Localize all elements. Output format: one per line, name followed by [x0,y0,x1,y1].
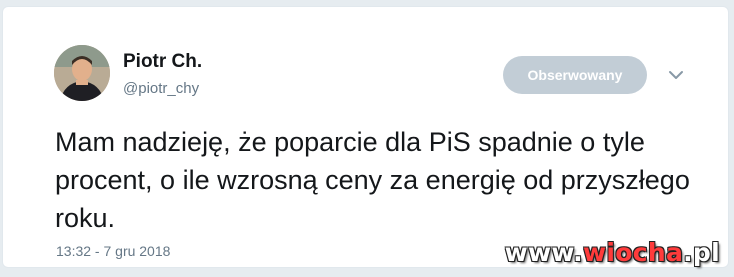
watermark-logo: www.wiocha.pl [505,238,720,267]
divider [54,269,688,270]
avatar-image [54,45,110,101]
avatar[interactable] [54,45,110,101]
watermark-brand: wiocha [582,238,684,267]
following-button[interactable]: Obserwowany [503,56,647,94]
author-handle[interactable]: @piotr_chy [123,80,199,97]
chevron-down-icon[interactable] [667,69,685,81]
tweet-timestamp[interactable]: 13:32 - 7 gru 2018 [56,243,170,259]
watermark-prefix: www. [504,238,583,267]
tweet-card: Piotr Ch. @piotr_chy Obserwowany Mam nad… [2,6,729,270]
watermark-suffix: .pl [683,238,720,267]
tweet-text: Mam nadzieję, że poparcie dla PiS spadni… [55,127,690,233]
author-name[interactable]: Piotr Ch. [123,51,202,73]
